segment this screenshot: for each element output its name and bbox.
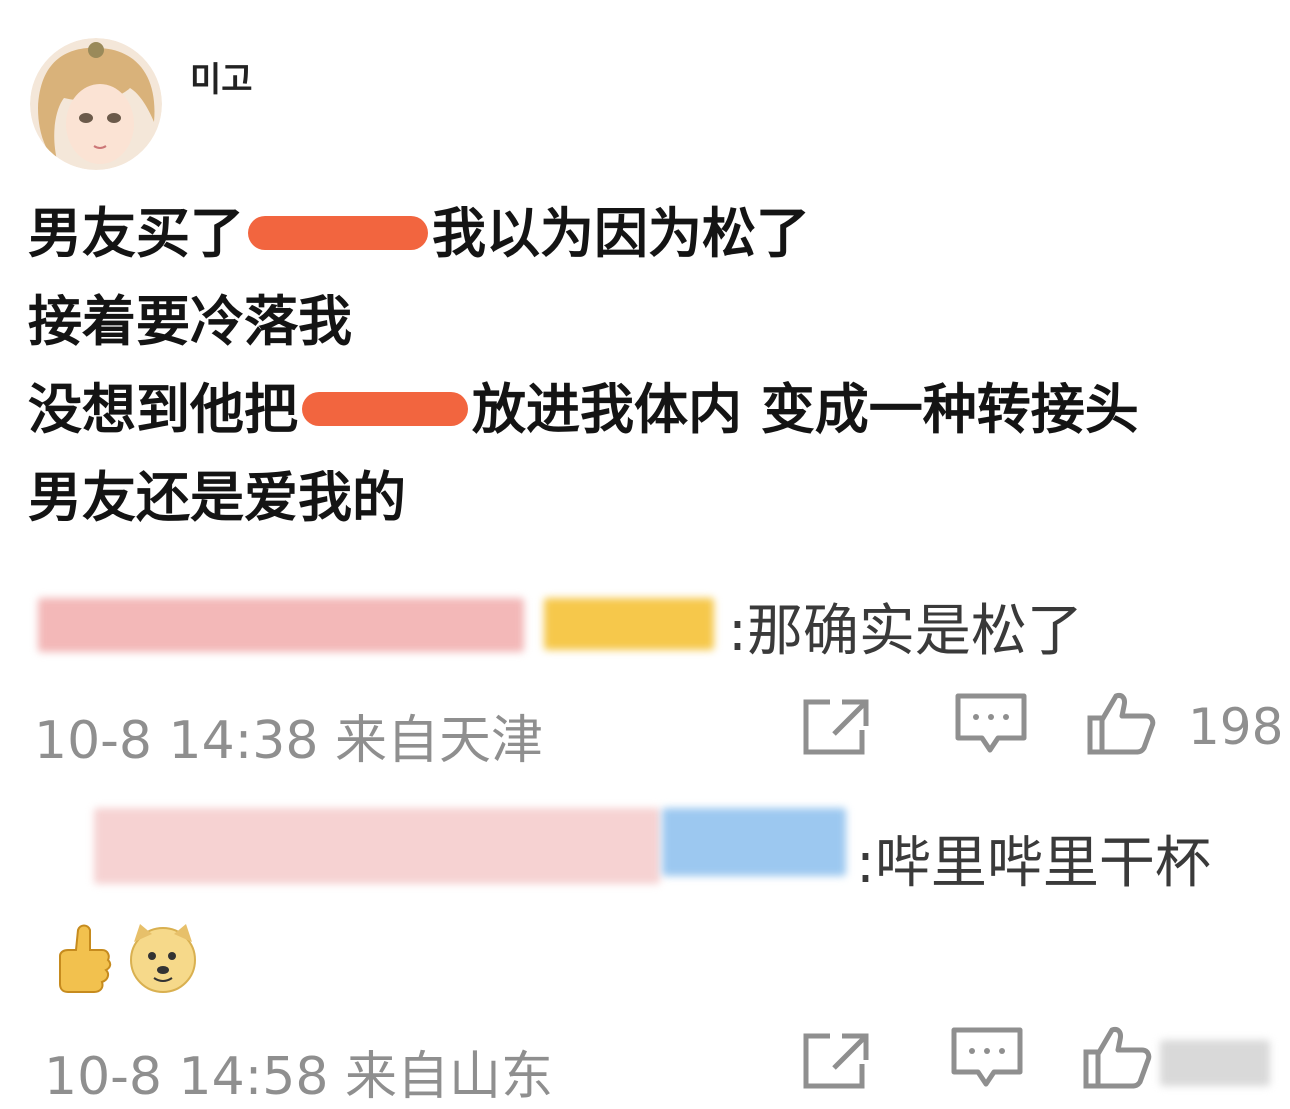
- blurred-badge: [662, 808, 846, 876]
- redaction-mark: [302, 392, 468, 427]
- post-line: 接着要冷落我: [28, 278, 1290, 366]
- post-body: 男友买了 我以为因为松了 接着要冷落我 没想到他把 放进我体内 变成一种转接头 男友…: [28, 190, 1290, 542]
- username[interactable]: 미고: [190, 52, 253, 101]
- comment-time: 10-8 14:38: [34, 711, 319, 771]
- thumbs-up-emoji: [59, 924, 112, 993]
- redaction-mark: [248, 216, 428, 251]
- blurred-username: [94, 808, 660, 884]
- comment-text: :那确实是松了: [728, 599, 1083, 664]
- comment-icon[interactable]: [954, 692, 1028, 756]
- post-text: 男友还是爱我的: [28, 466, 406, 529]
- post-text: 放进我体内 变成一种转接头: [472, 378, 1139, 441]
- post-line: 男友买了 我以为因为松了: [28, 190, 1290, 278]
- avatar[interactable]: [30, 38, 162, 170]
- like-icon[interactable]: [1086, 690, 1156, 756]
- like-count: 198: [1188, 698, 1284, 756]
- comment-meta: 10-8 14:38 来自天津: [34, 698, 543, 773]
- blurred-badge: [544, 598, 714, 650]
- post-line: 男友还是爱我的: [28, 454, 1290, 542]
- post-text: 没想到他把: [28, 378, 298, 441]
- post-text: 接着要冷落我: [28, 290, 352, 353]
- like-icon[interactable]: [1082, 1024, 1152, 1090]
- comment-time: 10-8 14:58: [44, 1047, 329, 1107]
- blurred-username: [38, 598, 524, 652]
- doge-emoji: [130, 924, 196, 993]
- share-icon[interactable]: [800, 1030, 874, 1092]
- post-text: 男友买了: [28, 202, 244, 265]
- comment-location: 来自天津: [334, 711, 543, 771]
- comment-icon[interactable]: [950, 1026, 1024, 1090]
- comment-location: 来自山东: [344, 1047, 553, 1107]
- share-icon[interactable]: [800, 696, 874, 758]
- post-line: 没想到他把 放进我体内 变成一种转接头: [28, 366, 1290, 454]
- watermark-overlay: [1160, 1040, 1270, 1086]
- comment-meta: 10-8 14:58 来自山东: [44, 1034, 553, 1109]
- post-text: 我以为因为松了: [432, 202, 810, 265]
- comment-text: :哔里哔里干杯: [856, 831, 1211, 896]
